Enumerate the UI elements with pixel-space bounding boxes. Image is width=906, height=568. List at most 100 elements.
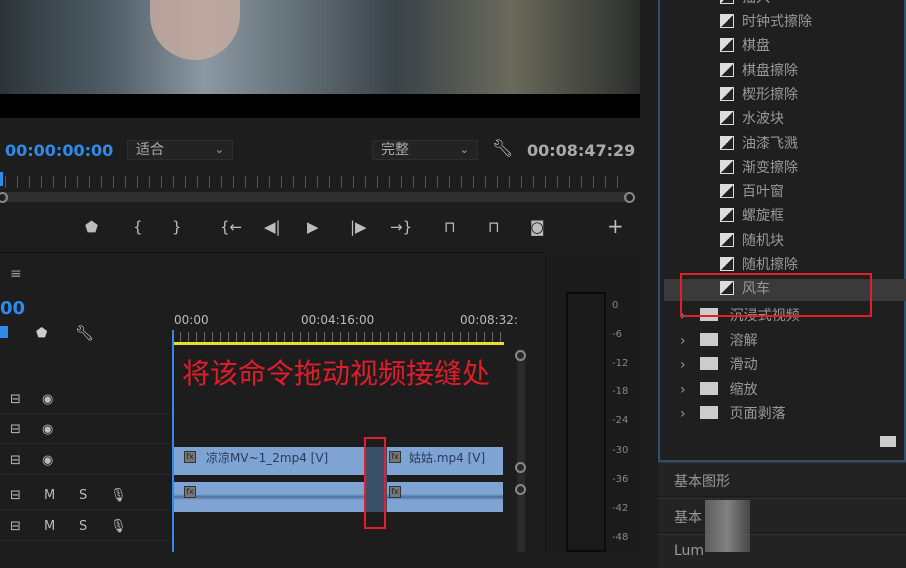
db-label: -42 [612, 503, 629, 514]
db-label: -6 [612, 329, 622, 340]
effect-folder[interactable]: › 缩放 [680, 378, 758, 402]
scroll-handle[interactable] [515, 484, 526, 495]
effect-folder[interactable]: › 页面剥落 [680, 402, 786, 426]
audio-clip-2[interactable]: fx [387, 482, 503, 512]
section-lumetri[interactable]: Lum [658, 534, 906, 568]
effect-item[interactable]: 插入 [720, 0, 770, 10]
effect-item[interactable]: 棋盘 [720, 34, 770, 58]
timeline-timecode[interactable]: 00 [0, 298, 25, 319]
timeline-playhead[interactable] [172, 330, 174, 552]
transition-icon [720, 135, 734, 150]
clip-name: 凉凉MV~1_2mp4 [V] [206, 451, 329, 465]
solo-button[interactable]: S [79, 519, 87, 534]
effect-item[interactable]: 百叶窗 [720, 180, 784, 204]
lift-button[interactable]: ⊓ [444, 218, 456, 236]
track-toggle-icon[interactable]: ⊟ [10, 519, 21, 534]
track-toggle-icon[interactable]: ⊟ [10, 392, 21, 407]
eye-icon[interactable]: ◉ [42, 392, 53, 407]
vertical-scrollbar[interactable] [517, 350, 525, 552]
mic-icon[interactable]: 🎙︎ [110, 519, 127, 534]
extract-button[interactable]: ⊓ [488, 218, 500, 236]
effect-label: 水波块 [742, 111, 784, 128]
track-v1: ⊟ ◉ [0, 447, 170, 475]
mark-out-button[interactable]: } [172, 218, 182, 236]
effect-item[interactable]: 渐变擦除 [720, 156, 798, 180]
folder-icon [699, 381, 718, 395]
chevron-down-icon: ⌄ [459, 143, 469, 156]
chevron-right-icon[interactable]: › [680, 382, 686, 398]
effect-item[interactable]: 随机块 [720, 229, 784, 253]
export-frame-button[interactable]: ◙ [530, 218, 545, 236]
step-forward-button[interactable]: |▶ [350, 218, 367, 236]
ruler-label: 00:08:32: [460, 313, 518, 327]
track-toggle-icon[interactable]: ⊟ [10, 453, 21, 468]
eye-icon[interactable]: ◉ [42, 422, 53, 437]
add-marker-button[interactable]: ⬟ [85, 218, 98, 236]
mic-icon[interactable]: 🎙︎ [110, 488, 127, 503]
fx-icon: fx [184, 486, 196, 498]
track-toggle-icon[interactable]: ⊟ [10, 422, 21, 437]
eye-icon[interactable]: ◉ [42, 453, 53, 468]
transition-icon [720, 38, 734, 53]
step-back-button[interactable]: ◀| [264, 218, 281, 236]
effect-item[interactable]: 油漆飞溅 [720, 132, 798, 156]
scroll-handle-right[interactable] [624, 192, 635, 203]
chevron-right-icon[interactable]: › [680, 333, 686, 349]
audio-meter [566, 292, 606, 552]
go-to-in-button[interactable]: {← [220, 218, 242, 236]
zoom-scrollbar[interactable] [4, 192, 628, 202]
zoom-select[interactable]: 适合 ⌄ [127, 140, 233, 160]
effect-item[interactable]: 时钟式擦除 [720, 10, 812, 34]
solo-button[interactable]: S [79, 488, 87, 503]
section-essential[interactable]: 基本 [658, 498, 906, 532]
effect-item[interactable]: 楔形擦除 [720, 83, 798, 107]
new-bin-icon[interactable] [880, 436, 896, 447]
video-clip-2[interactable]: fx 姑姑.mp4 [V] [387, 447, 503, 475]
chevron-right-icon[interactable]: › [680, 406, 686, 422]
wrench-icon[interactable]: 🔧︎ [492, 139, 514, 159]
transition-icon [720, 257, 734, 271]
audio-clip-1[interactable]: fx [174, 482, 364, 512]
effect-label: 螺旋框 [742, 208, 784, 225]
mosaic-blur [705, 500, 750, 552]
effect-item[interactable]: 棋盘擦除 [720, 59, 798, 83]
folder-label: 缩放 [729, 381, 758, 398]
transition-icon [720, 184, 734, 199]
marker-icon[interactable]: ⬟ [36, 326, 47, 341]
add-button[interactable]: + [607, 214, 624, 238]
effect-label: 插入 [742, 0, 770, 6]
mark-in-button[interactable]: { [133, 218, 143, 236]
fx-icon: fx [389, 486, 401, 498]
scroll-handle[interactable] [515, 350, 526, 361]
timeline-ruler[interactable] [172, 332, 504, 342]
wrench-icon[interactable]: 🔧︎ [75, 324, 94, 342]
chevron-right-icon[interactable]: › [680, 357, 686, 373]
effect-item[interactable]: 水波块 [720, 107, 784, 131]
effect-folder[interactable]: › 滑动 [680, 353, 758, 377]
play-button[interactable]: ▶ [307, 218, 319, 236]
video-clip-1[interactable]: fx 凉凉MV~1_2mp4 [V] [174, 447, 364, 475]
section-essential-graphics[interactable]: 基本图形 [658, 462, 906, 496]
scrub-ruler[interactable] [5, 176, 625, 188]
effect-label: 时钟式擦除 [742, 14, 812, 30]
current-timecode[interactable]: 00:00:00:00 [5, 141, 113, 160]
go-to-out-button[interactable]: →} [390, 218, 412, 236]
db-label: -30 [612, 445, 629, 456]
playhead[interactable] [0, 172, 3, 186]
panel-menu-icon[interactable]: ≡ [10, 266, 22, 282]
quality-select[interactable]: 完整 ⌄ [372, 140, 478, 160]
effect-label: 随机块 [742, 232, 784, 249]
folder-icon [699, 406, 718, 419]
mute-button[interactable]: M [44, 519, 55, 534]
highlight-box [364, 437, 386, 529]
effect-item[interactable]: 螺旋框 [720, 204, 784, 228]
work-area-bar[interactable] [172, 342, 504, 345]
transition-icon [720, 14, 734, 28]
track-toggle-icon[interactable]: ⊟ [10, 488, 21, 503]
scroll-handle[interactable] [515, 462, 526, 473]
snap-icon[interactable] [0, 326, 8, 338]
track-a2: ⊟ M S 🎙︎ [0, 513, 170, 541]
effect-folder[interactable]: › 溶解 [680, 329, 758, 353]
fx-icon: fx [184, 451, 196, 463]
mute-button[interactable]: M [44, 488, 55, 503]
